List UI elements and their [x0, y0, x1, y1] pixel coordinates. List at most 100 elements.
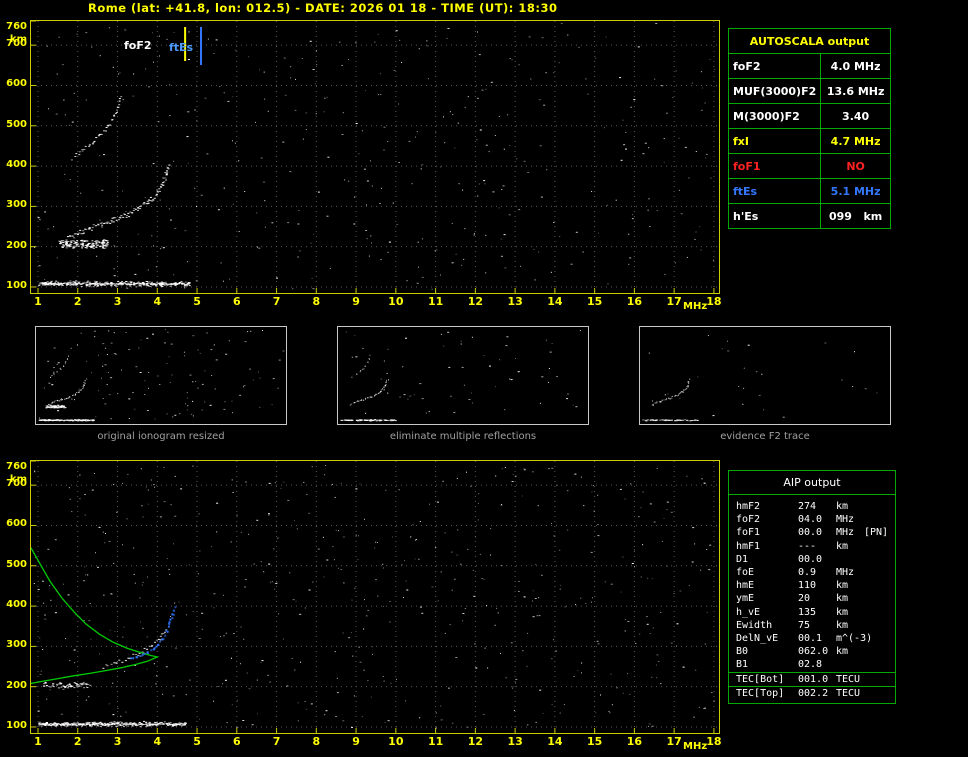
x-axis-tick-label: 1 [34, 295, 42, 308]
aip-param-extra [864, 632, 895, 645]
aip-param-value: 0.9 [798, 566, 836, 579]
y-axis-tick-label: 500 [6, 559, 27, 570]
thumbnail-caption-eliminate: eliminate multiple reflections [337, 431, 589, 442]
x-axis-tick-label: 3 [114, 295, 122, 308]
aip-param-extra [864, 579, 895, 592]
x-axis-unit-label: MHz [683, 741, 707, 752]
aip-param-unit: km [836, 579, 864, 592]
ionogram-top-canvas [31, 21, 719, 293]
aip-param-extra [864, 540, 895, 553]
y-axis-tick-label: 400 [6, 599, 27, 610]
aip-header: AIP output [729, 471, 895, 495]
aip-param-extra [864, 673, 895, 686]
aip-param-value: 002.2 [798, 687, 836, 700]
aip-param-unit: TECU [836, 687, 864, 700]
x-axis-tick-label: 15 [587, 735, 602, 748]
autoscala-param-value: 099 km [821, 204, 891, 229]
x-axis-tick-label: 14 [547, 735, 562, 748]
aip-output-panel: AIP output hmF2274kmfoF204.0MHzfoF100.0M… [728, 470, 896, 704]
aip-param-name: TEC[Bot] [736, 673, 798, 686]
aip-row-fof1: foF100.0MHz[PN] [729, 526, 895, 539]
aip-row-hme: hmE110km [729, 579, 895, 592]
x-axis-tick-label: 15 [587, 295, 602, 308]
aip-param-unit: MHz [836, 566, 864, 579]
aip-row-foe: foE0.9MHz [729, 566, 895, 579]
x-axis-tick-label: 6 [233, 735, 241, 748]
aip-param-unit: km [836, 619, 864, 632]
aip-param-name: foF1 [736, 526, 798, 539]
aip-param-unit: km [836, 592, 864, 605]
aip-param-unit: m^(-3) [836, 632, 864, 645]
aip-param-unit [836, 658, 864, 671]
aip-param-name: foE [736, 566, 798, 579]
foF2-marker-label: foF2 [124, 39, 152, 52]
aip-row-d1: D100.0 [729, 553, 895, 566]
autoscala-row-ftes: ftEs5.1 MHz [729, 179, 891, 204]
x-axis-tick-label: 17 [667, 735, 682, 748]
x-axis-labels-bottom: 123456789101112131415161718MHz [31, 735, 731, 757]
y-axis-tick-label: 600 [6, 78, 27, 89]
aip-param-value: 04.0 [798, 513, 836, 526]
y-axis-tick-label: 100 [6, 280, 27, 291]
aip-param-value: 00.1 [798, 632, 836, 645]
ionogram-bottom-plot [30, 460, 720, 734]
aip-param-value: 20 [798, 592, 836, 605]
thumbnail-caption-evidence: evidence F2 trace [639, 431, 891, 442]
autoscala-header: AUTOSCALA output [729, 29, 891, 54]
thumbnail-original-canvas [36, 327, 286, 424]
aip-param-name: ymE [736, 592, 798, 605]
autoscala-param-value: 4.0 MHz [821, 54, 891, 79]
x-axis-tick-label: 9 [352, 295, 360, 308]
x-axis-tick-label: 18 [706, 735, 721, 748]
x-axis-tick-label: 11 [428, 735, 443, 748]
x-axis-tick-label: 5 [193, 295, 201, 308]
aip-row-hve: h_vE135km [729, 606, 895, 619]
aip-param-extra [864, 606, 895, 619]
y-axis-tick-label: 200 [6, 240, 27, 251]
x-axis-tick-label: 2 [74, 735, 82, 748]
autoscala-row-fof1: foF1NO [729, 154, 891, 179]
x-axis-tick-label: 17 [667, 295, 682, 308]
aip-param-value: 274 [798, 500, 836, 513]
aip-row-delnve: DelN_vE00.1m^(-3) [729, 632, 895, 645]
aip-param-value: 110 [798, 579, 836, 592]
aip-param-unit: km [836, 500, 864, 513]
aip-param-name: TEC[Top] [736, 687, 798, 700]
autoscala-row-hes: h'Es099 km [729, 204, 891, 229]
x-axis-tick-label: 9 [352, 735, 360, 748]
y-axis-tick-label: 760 [6, 21, 27, 32]
aip-row-b0: B0062.0km [729, 645, 895, 658]
autoscala-param-label: MUF(3000)F2 [729, 79, 821, 104]
ftEs-marker-label: ftEs [169, 41, 193, 54]
autoscala-header-row: AUTOSCALA output [729, 29, 891, 54]
x-axis-tick-label: 4 [153, 295, 161, 308]
aip-param-value: 00.0 [798, 526, 836, 539]
aip-param-unit: MHz [836, 513, 864, 526]
thumbnail-evidence-f2 [639, 326, 891, 425]
aip-param-extra [864, 553, 895, 566]
y-axis-labels-bottom: 760700600500400300200100km [2, 460, 28, 734]
aip-row-ewidth: Ewidth75km [729, 619, 895, 632]
ionogram-top-plot: foF2 ftEs [30, 20, 720, 294]
x-axis-tick-label: 16 [627, 295, 642, 308]
x-axis-tick-label: 13 [507, 735, 522, 748]
autoscala-param-value: 5.1 MHz [821, 179, 891, 204]
aip-row-tectop: TEC[Top]002.2TECU [729, 686, 895, 700]
x-axis-labels-top: 123456789101112131415161718MHz [31, 295, 731, 317]
x-axis-tick-label: 4 [153, 735, 161, 748]
station-title: Rome (lat: +41.8, lon: 012.5) - DATE: 20… [88, 1, 558, 15]
aip-param-value: 02.8 [798, 658, 836, 671]
thumbnail-eliminate-reflections [337, 326, 589, 425]
aip-param-name: DelN_vE [736, 632, 798, 645]
x-axis-tick-label: 8 [312, 735, 320, 748]
aip-body: hmF2274kmfoF204.0MHzfoF100.0MHz[PN]hmF1-… [729, 495, 895, 703]
x-axis-tick-label: 14 [547, 295, 562, 308]
y-axis-unit-label: km [10, 474, 27, 485]
y-axis-tick-label: 300 [6, 199, 27, 210]
aip-param-extra [864, 645, 895, 658]
y-axis-unit-label: km [10, 34, 27, 45]
aip-row-hmf1: hmF1---km [729, 540, 895, 553]
thumbnail-eliminate-canvas [338, 327, 588, 424]
thumbnail-evidence-canvas [640, 327, 890, 424]
y-axis-tick-label: 300 [6, 639, 27, 650]
